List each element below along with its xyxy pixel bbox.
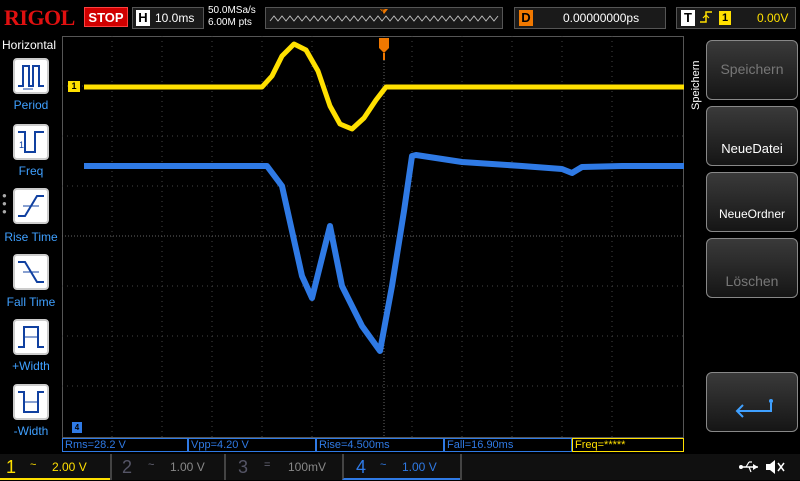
- channel-3-status[interactable]: 3 = 100mV: [224, 454, 342, 480]
- trigger-source: 1: [719, 11, 731, 25]
- speaker-mute-icon[interactable]: [764, 458, 786, 481]
- fall-time-label: Fall Time: [6, 295, 56, 309]
- measure-rise-time-button[interactable]: [13, 188, 49, 224]
- speichern-button[interactable]: Speichern: [706, 40, 798, 100]
- top-status-bar: RIGOL STOP H 10.0ms 50.0MSa/s 6.00M pts …: [0, 0, 800, 36]
- measurement-vpp[interactable]: Vpp=4.20 V: [188, 438, 316, 452]
- channel-2-scale: 1.00 V: [170, 460, 205, 474]
- frequency-icon: 1: [18, 131, 44, 153]
- horizontal-label: H: [136, 10, 150, 26]
- channel-4-ground-marker[interactable]: 4: [72, 422, 82, 433]
- timebase-value: 10.0ms: [155, 11, 195, 25]
- period-icon: [18, 65, 44, 90]
- loeschen-label: Löschen: [725, 273, 779, 289]
- channel-2-number: 2: [122, 457, 133, 477]
- channel-4-number: 4: [356, 457, 367, 477]
- speichern-label: Speichern: [720, 61, 784, 77]
- measure-fall-time-button[interactable]: [13, 254, 49, 290]
- channel-1-scale: 2.00 V: [52, 460, 87, 474]
- measure-sidebar: Horizontal Period 1 Freq ● ● ● Rise Time F…: [0, 36, 62, 454]
- svg-text:1: 1: [19, 140, 24, 150]
- trigger-label: T: [681, 10, 695, 26]
- rise-time-icon: [18, 195, 44, 217]
- trigger-position-letter: T: [381, 10, 385, 16]
- measure-freq-button[interactable]: 1: [13, 124, 49, 160]
- negative-width-label: -Width: [13, 424, 49, 438]
- measure-negative-width-button[interactable]: [13, 384, 49, 420]
- channel-2-coupling: ~: [148, 459, 155, 471]
- horizontal-timebase[interactable]: H 10.0ms: [132, 7, 204, 29]
- freq-label: Freq: [18, 164, 44, 178]
- neue-ordner-label: NeueOrdner: [718, 207, 786, 221]
- trigger-time-marker[interactable]: [379, 38, 389, 53]
- menu-title: Speichern: [690, 60, 702, 110]
- return-button[interactable]: [706, 372, 798, 432]
- measurement-rms[interactable]: Rms=28.2 V: [62, 438, 188, 452]
- waveform-grid: [62, 36, 684, 438]
- usb-icon: [738, 459, 760, 480]
- negative-width-icon: [18, 391, 44, 413]
- delay-label: D: [519, 10, 533, 26]
- sample-rate: 50.0MSa/s: [208, 5, 256, 16]
- delay-value: 0.00000000ps: [563, 11, 640, 25]
- trigger-display[interactable]: T 1 0.00V: [676, 7, 796, 29]
- rigol-logo: RIGOL: [4, 5, 75, 30]
- channel-1-coupling: ~: [30, 459, 37, 471]
- waveform-display[interactable]: 1 4: [62, 36, 684, 438]
- channel-3-scale: 100mV: [288, 460, 327, 474]
- trigger-level: 0.00V: [757, 11, 789, 25]
- positive-width-label: +Width: [12, 359, 50, 373]
- channel-4-status[interactable]: 4 ~ 1.00 V: [342, 454, 460, 480]
- period-label: Period: [13, 98, 49, 112]
- measurement-fall[interactable]: Fall=16.90ms: [444, 438, 572, 452]
- sidebar-title: Horizontal: [2, 38, 57, 52]
- channel-3-coupling: =: [264, 459, 271, 471]
- neue-datei-label: NeueDatei: [721, 141, 783, 156]
- empty-status-area: [460, 454, 700, 480]
- run-stop-status[interactable]: STOP: [84, 7, 128, 27]
- memory-depth: 6.00M pts: [208, 17, 252, 28]
- memory-waveform-overview: T: [269, 9, 499, 22]
- positive-width-icon: [18, 326, 44, 348]
- save-menu: Speichern Speichern NeueDatei NeueOrdner…: [686, 36, 800, 454]
- measure-positive-width-button[interactable]: [13, 319, 49, 355]
- measurement-rise[interactable]: Rise=4.500ms: [316, 438, 444, 452]
- channel-4-coupling: ~: [380, 459, 387, 471]
- measure-period-button[interactable]: [13, 58, 49, 94]
- channel-4-scale: 1.00 V: [402, 460, 437, 474]
- channel-1-number: 1: [6, 457, 17, 477]
- delay-display[interactable]: D 0.00000000ps: [514, 7, 666, 29]
- channel-status-bar: 1 ~ 2.00 V 2 ~ 1.00 V 3 = 100mV 4 ~ 1.00…: [0, 454, 800, 480]
- scroll-indicator: ● ● ●: [2, 191, 7, 216]
- channel-3-number: 3: [238, 457, 249, 477]
- memory-position-bar[interactable]: T: [265, 7, 503, 29]
- rising-edge-icon: [699, 9, 713, 28]
- channel-1-status[interactable]: 1 ~ 2.00 V: [0, 454, 110, 480]
- channel-2-status[interactable]: 2 ~ 1.00 V: [110, 454, 224, 480]
- channel-1-ground-marker[interactable]: 1: [68, 81, 80, 92]
- measurement-freq[interactable]: Freq=*****: [572, 438, 684, 452]
- neue-ordner-button[interactable]: NeueOrdner: [706, 172, 798, 232]
- fall-time-icon: [18, 261, 44, 283]
- loeschen-button[interactable]: Löschen: [706, 238, 798, 298]
- measurement-results-bar: Rms=28.2 V Vpp=4.20 V Rise=4.500ms Fall=…: [62, 438, 684, 452]
- neue-datei-button[interactable]: NeueDatei: [706, 106, 798, 166]
- acquisition-info: 50.0MSa/s 6.00M pts: [208, 5, 264, 31]
- rise-time-label: Rise Time: [4, 230, 58, 244]
- return-arrow-icon: [735, 399, 773, 418]
